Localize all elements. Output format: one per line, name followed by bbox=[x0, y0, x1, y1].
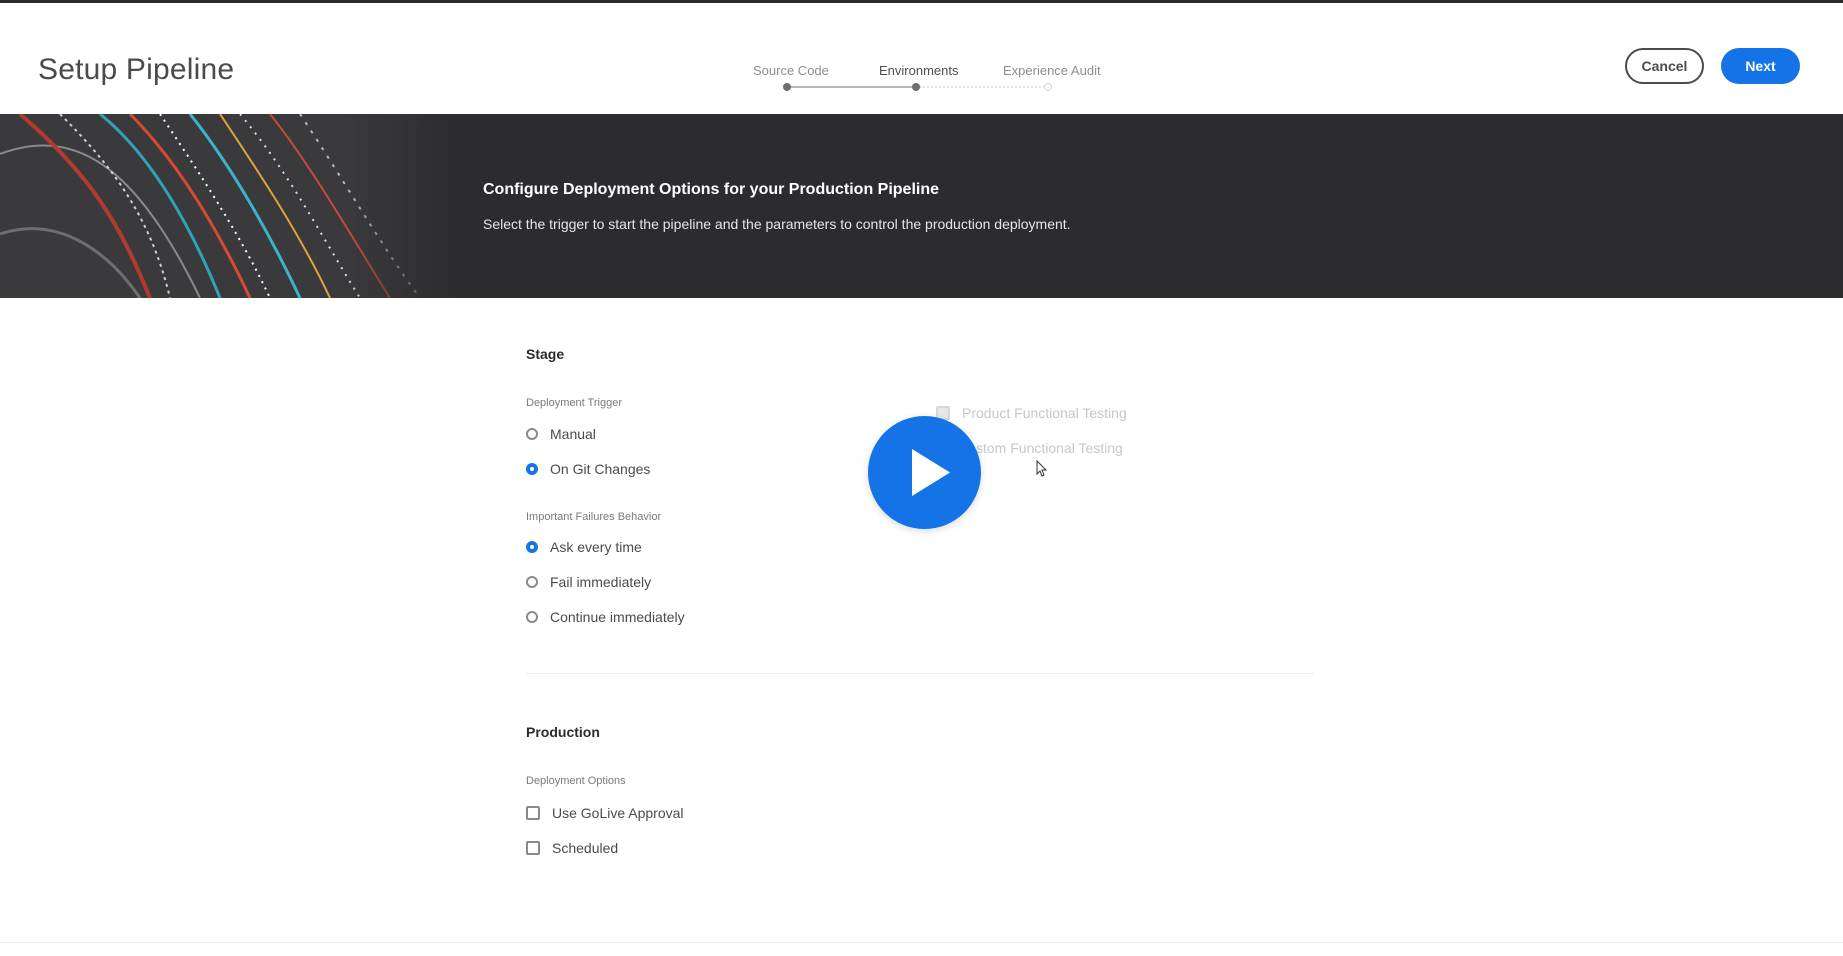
failures-behavior-label: Important Failures Behavior bbox=[526, 511, 662, 523]
banner-artwork bbox=[0, 114, 460, 298]
next-button[interactable]: Next bbox=[1721, 48, 1800, 84]
step-dot-environments bbox=[912, 83, 920, 91]
deployment-options-label: Deployment Options bbox=[526, 775, 626, 787]
step-experience-audit[interactable]: Experience Audit bbox=[1003, 63, 1101, 78]
trigger-manual-radio[interactable]: Manual bbox=[526, 426, 596, 442]
step-source-code[interactable]: Source Code bbox=[753, 63, 829, 78]
radio-button[interactable] bbox=[526, 428, 538, 440]
option-label: On Git Changes bbox=[550, 461, 651, 477]
step-environments[interactable]: Environments bbox=[879, 63, 958, 78]
hero-banner: Configure Deployment Options for your Pr… bbox=[0, 114, 1843, 298]
footer-divider bbox=[0, 942, 1843, 943]
deployment-trigger-label: Deployment Trigger bbox=[526, 397, 622, 409]
pipeline-stepper: Source Code Environments Experience Audi… bbox=[745, 61, 1115, 101]
stage-section-title: Stage bbox=[526, 346, 565, 362]
step-dot-experience-audit bbox=[1044, 83, 1052, 91]
step-dot-source-code bbox=[783, 83, 791, 91]
section-divider bbox=[526, 673, 1314, 674]
option-label: Manual bbox=[550, 426, 596, 442]
failure-fail-radio[interactable]: Fail immediately bbox=[526, 574, 651, 590]
play-button[interactable] bbox=[868, 416, 981, 529]
checkbox[interactable] bbox=[526, 841, 540, 855]
option-label: Ask every time bbox=[550, 539, 642, 555]
checkbox[interactable] bbox=[526, 806, 540, 820]
option-label: Fail immediately bbox=[550, 574, 652, 590]
page-header: Setup Pipeline Source Code Environments … bbox=[0, 3, 1843, 114]
banner-title: Configure Deployment Options for your Pr… bbox=[483, 181, 940, 198]
cancel-button[interactable]: Cancel bbox=[1625, 48, 1704, 84]
option-label: Scheduled bbox=[552, 840, 619, 856]
golive-approval-checkbox[interactable]: Use GoLive Approval bbox=[526, 805, 684, 821]
option-label: stom Functional Testing bbox=[976, 440, 1123, 456]
option-label: Use GoLive Approval bbox=[552, 805, 684, 821]
option-label: Continue immediately bbox=[550, 609, 685, 625]
scheduled-checkbox[interactable]: Scheduled bbox=[526, 840, 618, 856]
failure-ask-radio[interactable]: Ask every time bbox=[526, 539, 642, 555]
trigger-git-changes-radio[interactable]: On Git Changes bbox=[526, 461, 650, 477]
radio-button[interactable] bbox=[526, 541, 538, 553]
step-progress-line bbox=[787, 86, 915, 88]
banner-subtitle: Select the trigger to start the pipeline… bbox=[483, 216, 1071, 232]
radio-button[interactable] bbox=[526, 463, 538, 475]
custom-functional-testing-checkbox[interactable]: stom Functional Testing bbox=[976, 440, 1123, 456]
option-label: Product Functional Testing bbox=[962, 405, 1127, 421]
radio-button[interactable] bbox=[526, 576, 538, 588]
step-remaining-line bbox=[920, 86, 1048, 88]
failure-continue-radio[interactable]: Continue immediately bbox=[526, 609, 685, 625]
radio-button[interactable] bbox=[526, 611, 538, 623]
page-title: Setup Pipeline bbox=[38, 53, 235, 86]
mouse-pointer-icon bbox=[1036, 460, 1048, 477]
play-icon bbox=[912, 449, 950, 496]
production-section-title: Production bbox=[526, 724, 600, 740]
